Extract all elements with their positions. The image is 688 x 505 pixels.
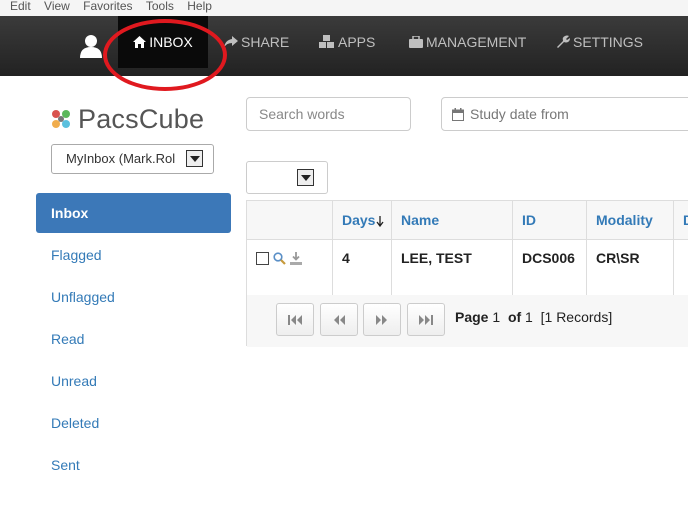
study-date-from-input[interactable]: Study date from (441, 97, 688, 131)
search-placeholder: Search words (259, 106, 345, 122)
sidebar-item-label: Inbox (51, 205, 89, 221)
nav-settings-label: SETTINGS (573, 34, 644, 50)
col-d-header[interactable]: D (674, 201, 688, 239)
next-page-icon (376, 314, 387, 325)
nav-share-label: SHARE (241, 34, 290, 50)
download-icon[interactable] (289, 251, 302, 265)
prev-page-button[interactable] (320, 303, 358, 336)
page-number: 1 (492, 309, 501, 325)
col-modality-header[interactable]: Modality (587, 201, 674, 239)
sidebar-item-label: Unflagged (51, 289, 115, 305)
nav-apps[interactable]: APPS (319, 16, 375, 68)
sidebar-item-label: Deleted (51, 415, 100, 431)
of-label: of (507, 309, 522, 325)
page-label: Page (455, 309, 489, 325)
calendar-icon (452, 107, 464, 121)
nav-management-label: MANAGEMENT (426, 34, 527, 50)
sidebar-item-read[interactable]: Read (36, 319, 231, 359)
nav-apps-label: APPS (338, 34, 376, 50)
wrench-icon (557, 35, 570, 49)
sidebar-item-sent[interactable]: Sent (36, 445, 231, 485)
sidebar-item-inbox[interactable]: Inbox (36, 193, 231, 233)
row-modality-cell: CR\SR (587, 239, 674, 295)
row-actions-cell (247, 239, 333, 295)
menu-edit[interactable]: Edit (10, 0, 31, 12)
col-id-header[interactable]: ID (513, 201, 587, 239)
chevron-down-icon[interactable] (297, 169, 314, 186)
nav-inbox-label: INBOX (149, 34, 193, 50)
logo-cube-icon (52, 110, 70, 128)
pacscube-logo: PacsCube (50, 104, 204, 134)
page-total: 1 (525, 309, 533, 325)
sidebar-item-deleted[interactable]: Deleted (36, 403, 231, 443)
col-name-header[interactable]: Name (392, 201, 513, 239)
sidebar-item-flagged[interactable]: Flagged (36, 235, 231, 275)
nav-settings[interactable]: SETTINGS (556, 16, 643, 68)
col-days-header[interactable]: Days (333, 201, 392, 239)
sidebar-item-unread[interactable]: Unread (36, 361, 231, 401)
user-icon[interactable] (80, 34, 102, 58)
prev-page-icon (334, 314, 345, 325)
logo-text: PacsCube (78, 103, 205, 134)
nav-management[interactable]: MANAGEMENT (409, 16, 526, 68)
menu-tools[interactable]: Tools (146, 0, 174, 12)
last-page-button[interactable] (407, 303, 445, 336)
sidebar-item-label: Unread (51, 373, 97, 389)
sidebar-item-unflagged[interactable]: Unflagged (36, 277, 231, 317)
search-input[interactable]: Search words (246, 97, 411, 131)
cubes-icon (319, 35, 334, 49)
chevron-down-icon[interactable] (186, 150, 203, 167)
sort-desc-icon (376, 215, 384, 227)
studies-grid: Days Name ID Modality D 4 LEE, TEST DCS0… (246, 200, 688, 347)
sidebar-item-label: Flagged (51, 247, 102, 263)
records-count: [1 Records] (540, 309, 613, 325)
magnifier-icon[interactable] (273, 252, 286, 265)
nav-share[interactable]: SHARE (224, 16, 289, 68)
row-days-cell: 4 (333, 239, 392, 295)
inbox-select[interactable]: MyInbox (Mark.Rol (51, 144, 214, 174)
page-size-select[interactable] (246, 161, 328, 194)
page-info: Page 1 of 1 [1 Records] (455, 309, 612, 325)
row-checkbox[interactable] (256, 251, 269, 265)
first-page-icon (288, 314, 302, 325)
menu-view[interactable]: View (44, 0, 70, 12)
last-page-icon (419, 314, 433, 325)
briefcase-icon (409, 35, 423, 49)
sidebar-item-label: Sent (51, 457, 80, 473)
date-from-placeholder: Study date from (470, 106, 569, 122)
share-icon (224, 36, 238, 49)
sidebar-item-label: Read (51, 331, 85, 347)
inbox-select-value: MyInbox (Mark.Rol (66, 151, 176, 166)
row-d-cell (674, 239, 688, 295)
menu-help[interactable]: Help (187, 0, 212, 12)
col-days-label: Days (342, 212, 376, 228)
nav-inbox[interactable]: INBOX (118, 16, 208, 68)
row-id-cell: DCS006 (513, 239, 587, 295)
menu-favorites[interactable]: Favorites (83, 0, 132, 12)
pager: Page 1 of 1 [1 Records] (247, 295, 688, 347)
first-page-button[interactable] (276, 303, 314, 336)
col-actions-header (247, 201, 333, 239)
home-icon (133, 36, 147, 49)
top-navbar: INBOX SHARE APPS MANAGEMENT SETTINGS (0, 16, 688, 76)
browser-menubar: Edit View Favorites Tools Help (0, 0, 688, 16)
row-name-cell: LEE, TEST (392, 239, 513, 295)
next-page-button[interactable] (363, 303, 401, 336)
